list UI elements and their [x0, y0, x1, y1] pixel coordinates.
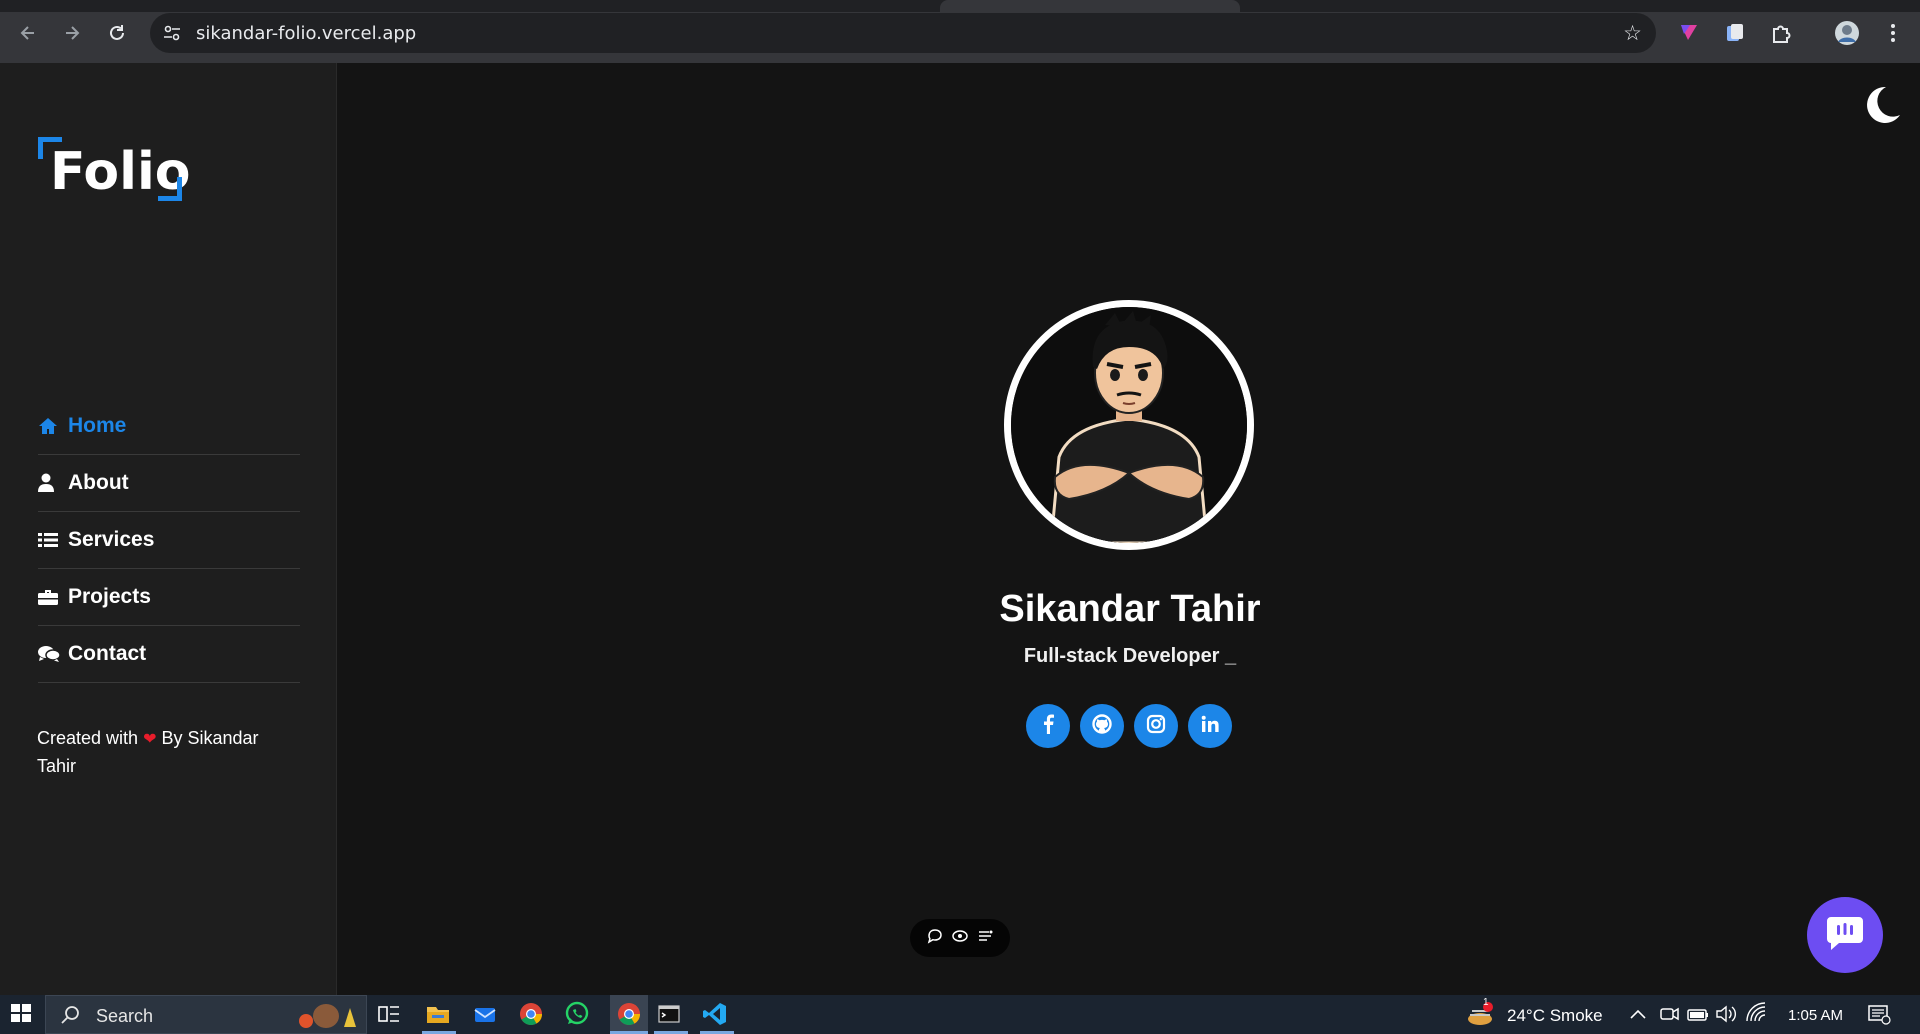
- vscode-icon[interactable]: [702, 1001, 730, 1029]
- nav-label: Projects: [68, 585, 151, 608]
- battery-icon[interactable]: [1686, 1001, 1714, 1029]
- clipboard-extension-icon[interactable]: [1722, 20, 1748, 46]
- back-button[interactable]: [14, 19, 42, 47]
- eye-icon[interactable]: [952, 928, 968, 949]
- browser-menu-icon[interactable]: [1880, 20, 1906, 46]
- notification-center-icon[interactable]: [1866, 1001, 1894, 1029]
- volume-icon[interactable]: [1714, 1001, 1742, 1029]
- chevron-up-icon[interactable]: [1628, 1001, 1656, 1029]
- chrome-icon[interactable]: [518, 1001, 546, 1029]
- weather-badge: 1: [1483, 997, 1489, 1008]
- terminal-icon[interactable]: [656, 1001, 684, 1029]
- nav-label: Contact: [68, 642, 147, 665]
- instagram-icon: [1146, 714, 1166, 739]
- chat-bubble-icon: [1825, 915, 1865, 956]
- search-icon: [60, 1005, 80, 1030]
- forward-button[interactable]: [58, 19, 86, 47]
- footer-prefix: Created with: [37, 728, 139, 748]
- nav-item-contact[interactable]: Contact: [38, 626, 300, 683]
- github-icon: [1092, 713, 1112, 739]
- wifi-icon[interactable]: [1744, 1001, 1772, 1029]
- user-icon: [38, 473, 68, 493]
- linkedin-link[interactable]: [1188, 704, 1232, 748]
- nav-label: Services: [68, 528, 155, 551]
- mail-icon[interactable]: [472, 1001, 500, 1029]
- dark-mode-toggle-moon-icon[interactable]: [1858, 83, 1902, 127]
- facebook-icon: [1041, 714, 1055, 739]
- clock-time[interactable]: 1:05 AM: [1788, 1007, 1843, 1024]
- bookmark-star-icon[interactable]: ☆: [1623, 21, 1642, 46]
- extension-icon[interactable]: [1676, 20, 1702, 46]
- weather-icon[interactable]: [1466, 1001, 1494, 1029]
- reload-button[interactable]: [103, 19, 131, 47]
- github-link[interactable]: [1080, 704, 1124, 748]
- sidebar-footer: Created with ❤ By Sikandar Tahir: [37, 725, 287, 780]
- menu-lines-icon[interactable]: [977, 928, 993, 949]
- nav-item-home[interactable]: Home: [38, 398, 300, 455]
- browser-toolbar: sikandar-folio.vercel.app ☆: [0, 0, 1920, 63]
- whatsapp-icon[interactable]: [564, 1001, 592, 1029]
- instagram-link[interactable]: [1134, 704, 1178, 748]
- hero-name: Sikandar Tahir: [999, 588, 1261, 630]
- tab-strip: [0, 0, 1920, 12]
- extensions-puzzle-icon[interactable]: [1768, 20, 1794, 46]
- logo-bracket-bottom-right: [158, 177, 182, 201]
- windows-start-icon[interactable]: [9, 1001, 37, 1029]
- screen: sikandar-folio.vercel.app ☆ Folio Home A…: [0, 0, 1920, 1034]
- profile-avatar[interactable]: [1834, 20, 1860, 46]
- file-explorer-icon[interactable]: [425, 1001, 453, 1029]
- linkedin-icon: [1200, 714, 1220, 739]
- nav-item-projects[interactable]: Projects: [38, 569, 300, 626]
- main-nav: Home About Services Projects Contact: [38, 398, 300, 683]
- hero-role: Full-stack Developer _: [1023, 645, 1237, 667]
- windows-taskbar: Search 1 24°C Smoke 1:05 AM: [0, 995, 1920, 1034]
- nav-label: Home: [68, 414, 127, 437]
- site-info-icon[interactable]: [162, 23, 182, 43]
- sidebar: Folio Home About Services Projects Conta…: [0, 63, 337, 995]
- nav-item-about[interactable]: About: [38, 455, 300, 512]
- profile-avatar-image: [1004, 300, 1254, 550]
- list-icon: [38, 532, 68, 548]
- weather-text[interactable]: 24°C Smoke: [1507, 1006, 1603, 1026]
- chat-widget-button[interactable]: [1807, 897, 1883, 973]
- meet-now-icon[interactable]: [1658, 1001, 1686, 1029]
- chrome-active-app-icon[interactable]: [610, 995, 648, 1034]
- search-highlight-doodle-icon: [294, 1000, 360, 1034]
- address-bar[interactable]: sikandar-folio.vercel.app ☆: [150, 13, 1656, 53]
- comment-icon[interactable]: [927, 928, 943, 949]
- search-placeholder: Search: [96, 1006, 154, 1026]
- taskbar-search-box[interactable]: Search: [45, 995, 367, 1034]
- floating-mini-toolbar: [910, 919, 1010, 957]
- briefcase-icon: [38, 588, 68, 606]
- portfolio-page: Folio Home About Services Projects Conta…: [0, 63, 1920, 995]
- task-view-icon[interactable]: [376, 1001, 404, 1029]
- nav-item-services[interactable]: Services: [38, 512, 300, 569]
- nav-label: About: [68, 471, 129, 494]
- comments-icon: [38, 645, 68, 663]
- facebook-link[interactable]: [1026, 704, 1070, 748]
- heart-icon: ❤: [143, 731, 157, 748]
- url-text[interactable]: sikandar-folio.vercel.app: [196, 23, 416, 44]
- home-icon: [38, 417, 68, 435]
